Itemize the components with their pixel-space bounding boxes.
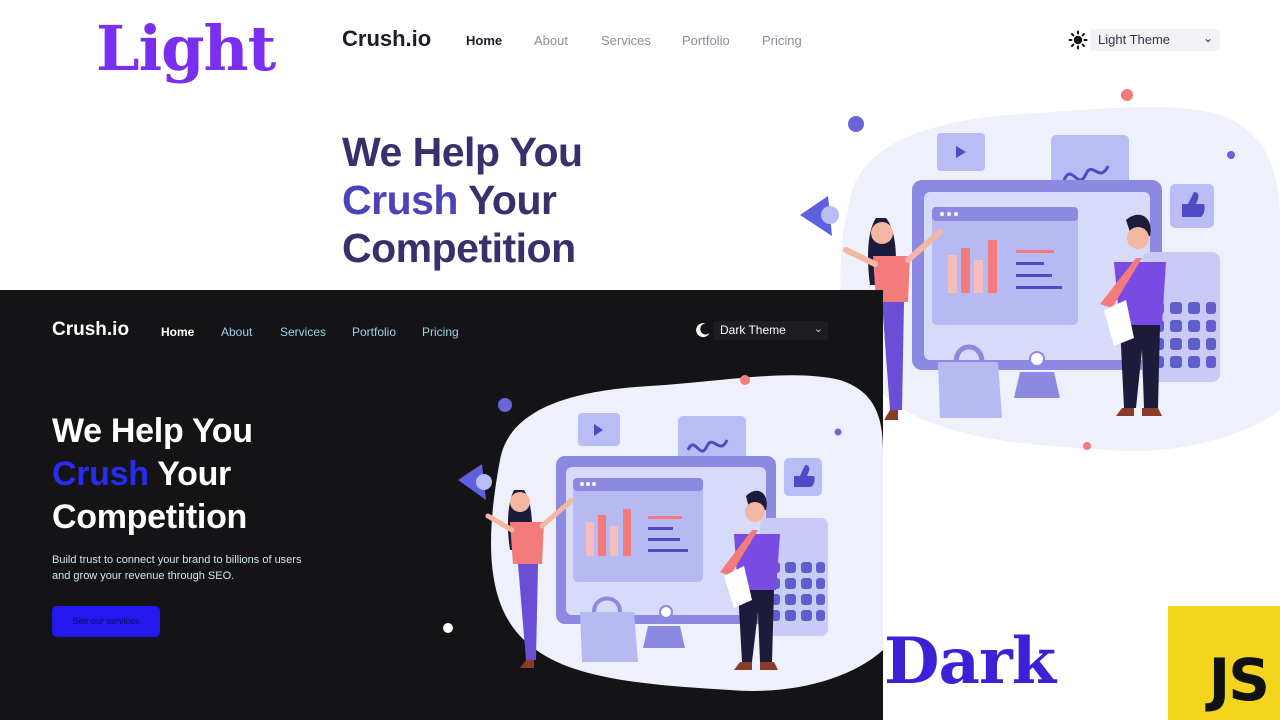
sun-icon[interactable]	[1068, 30, 1088, 50]
nav-pricing[interactable]: Pricing	[762, 33, 802, 48]
javascript-logo-text: JS	[1208, 646, 1270, 714]
moon-icon[interactable]	[695, 322, 711, 338]
nav-portfolio[interactable]: Portfolio	[352, 325, 396, 339]
light-theme-select[interactable]: Light Theme ⌄	[1090, 29, 1220, 51]
nav-pricing[interactable]: Pricing	[422, 325, 459, 339]
dark-hero-line3: Competition	[52, 498, 248, 536]
dark-theme-select[interactable]: Dark Theme ⌄	[713, 321, 828, 340]
dark-hero-heading: We Help You Crush Your Competition	[52, 410, 253, 539]
light-hero-line2-rest: Your	[457, 177, 557, 223]
dark-hero-accent: Crush	[52, 455, 149, 493]
dark-theme-window: Crush.io Home About Services Portfolio P…	[0, 290, 883, 720]
nav-home[interactable]: Home	[161, 325, 194, 339]
light-label: Light	[96, 12, 276, 85]
dark-hero-line2-rest: Your	[148, 455, 231, 493]
dark-hero-illustration	[443, 375, 883, 691]
dark-hero-line1: We Help You	[52, 412, 253, 450]
light-brand-logo[interactable]: Crush.io	[342, 26, 431, 52]
nav-services[interactable]: Services	[280, 325, 326, 339]
dark-brand-logo[interactable]: Crush.io	[52, 319, 129, 341]
see-services-button[interactable]: See our services	[52, 606, 160, 637]
dark-hero-description: Build trust to connect your brand to bil…	[52, 554, 302, 582]
nav-portfolio[interactable]: Portfolio	[682, 33, 730, 48]
nav-about[interactable]: About	[534, 33, 568, 48]
dark-hero-line2: Crush Your	[52, 453, 253, 496]
dark-label: Dark	[884, 624, 1056, 699]
light-theme-select-value: Light Theme	[1098, 32, 1171, 47]
chevron-down-icon: ⌄	[813, 323, 823, 335]
light-hero-heading: We Help You Crush Your Competition	[342, 128, 583, 272]
light-hero-line3: Competition	[342, 225, 576, 271]
light-hero-line2: Crush Your	[342, 176, 583, 224]
nav-about[interactable]: About	[221, 325, 252, 339]
javascript-logo: JS	[1168, 606, 1280, 720]
dark-theme-select-value: Dark Theme	[720, 323, 786, 337]
chevron-down-icon: ⌄	[1202, 31, 1213, 45]
light-hero-line1: We Help You	[342, 129, 583, 175]
light-hero-accent: Crush	[342, 177, 458, 223]
nav-home[interactable]: Home	[466, 33, 502, 48]
nav-services[interactable]: Services	[601, 33, 651, 48]
